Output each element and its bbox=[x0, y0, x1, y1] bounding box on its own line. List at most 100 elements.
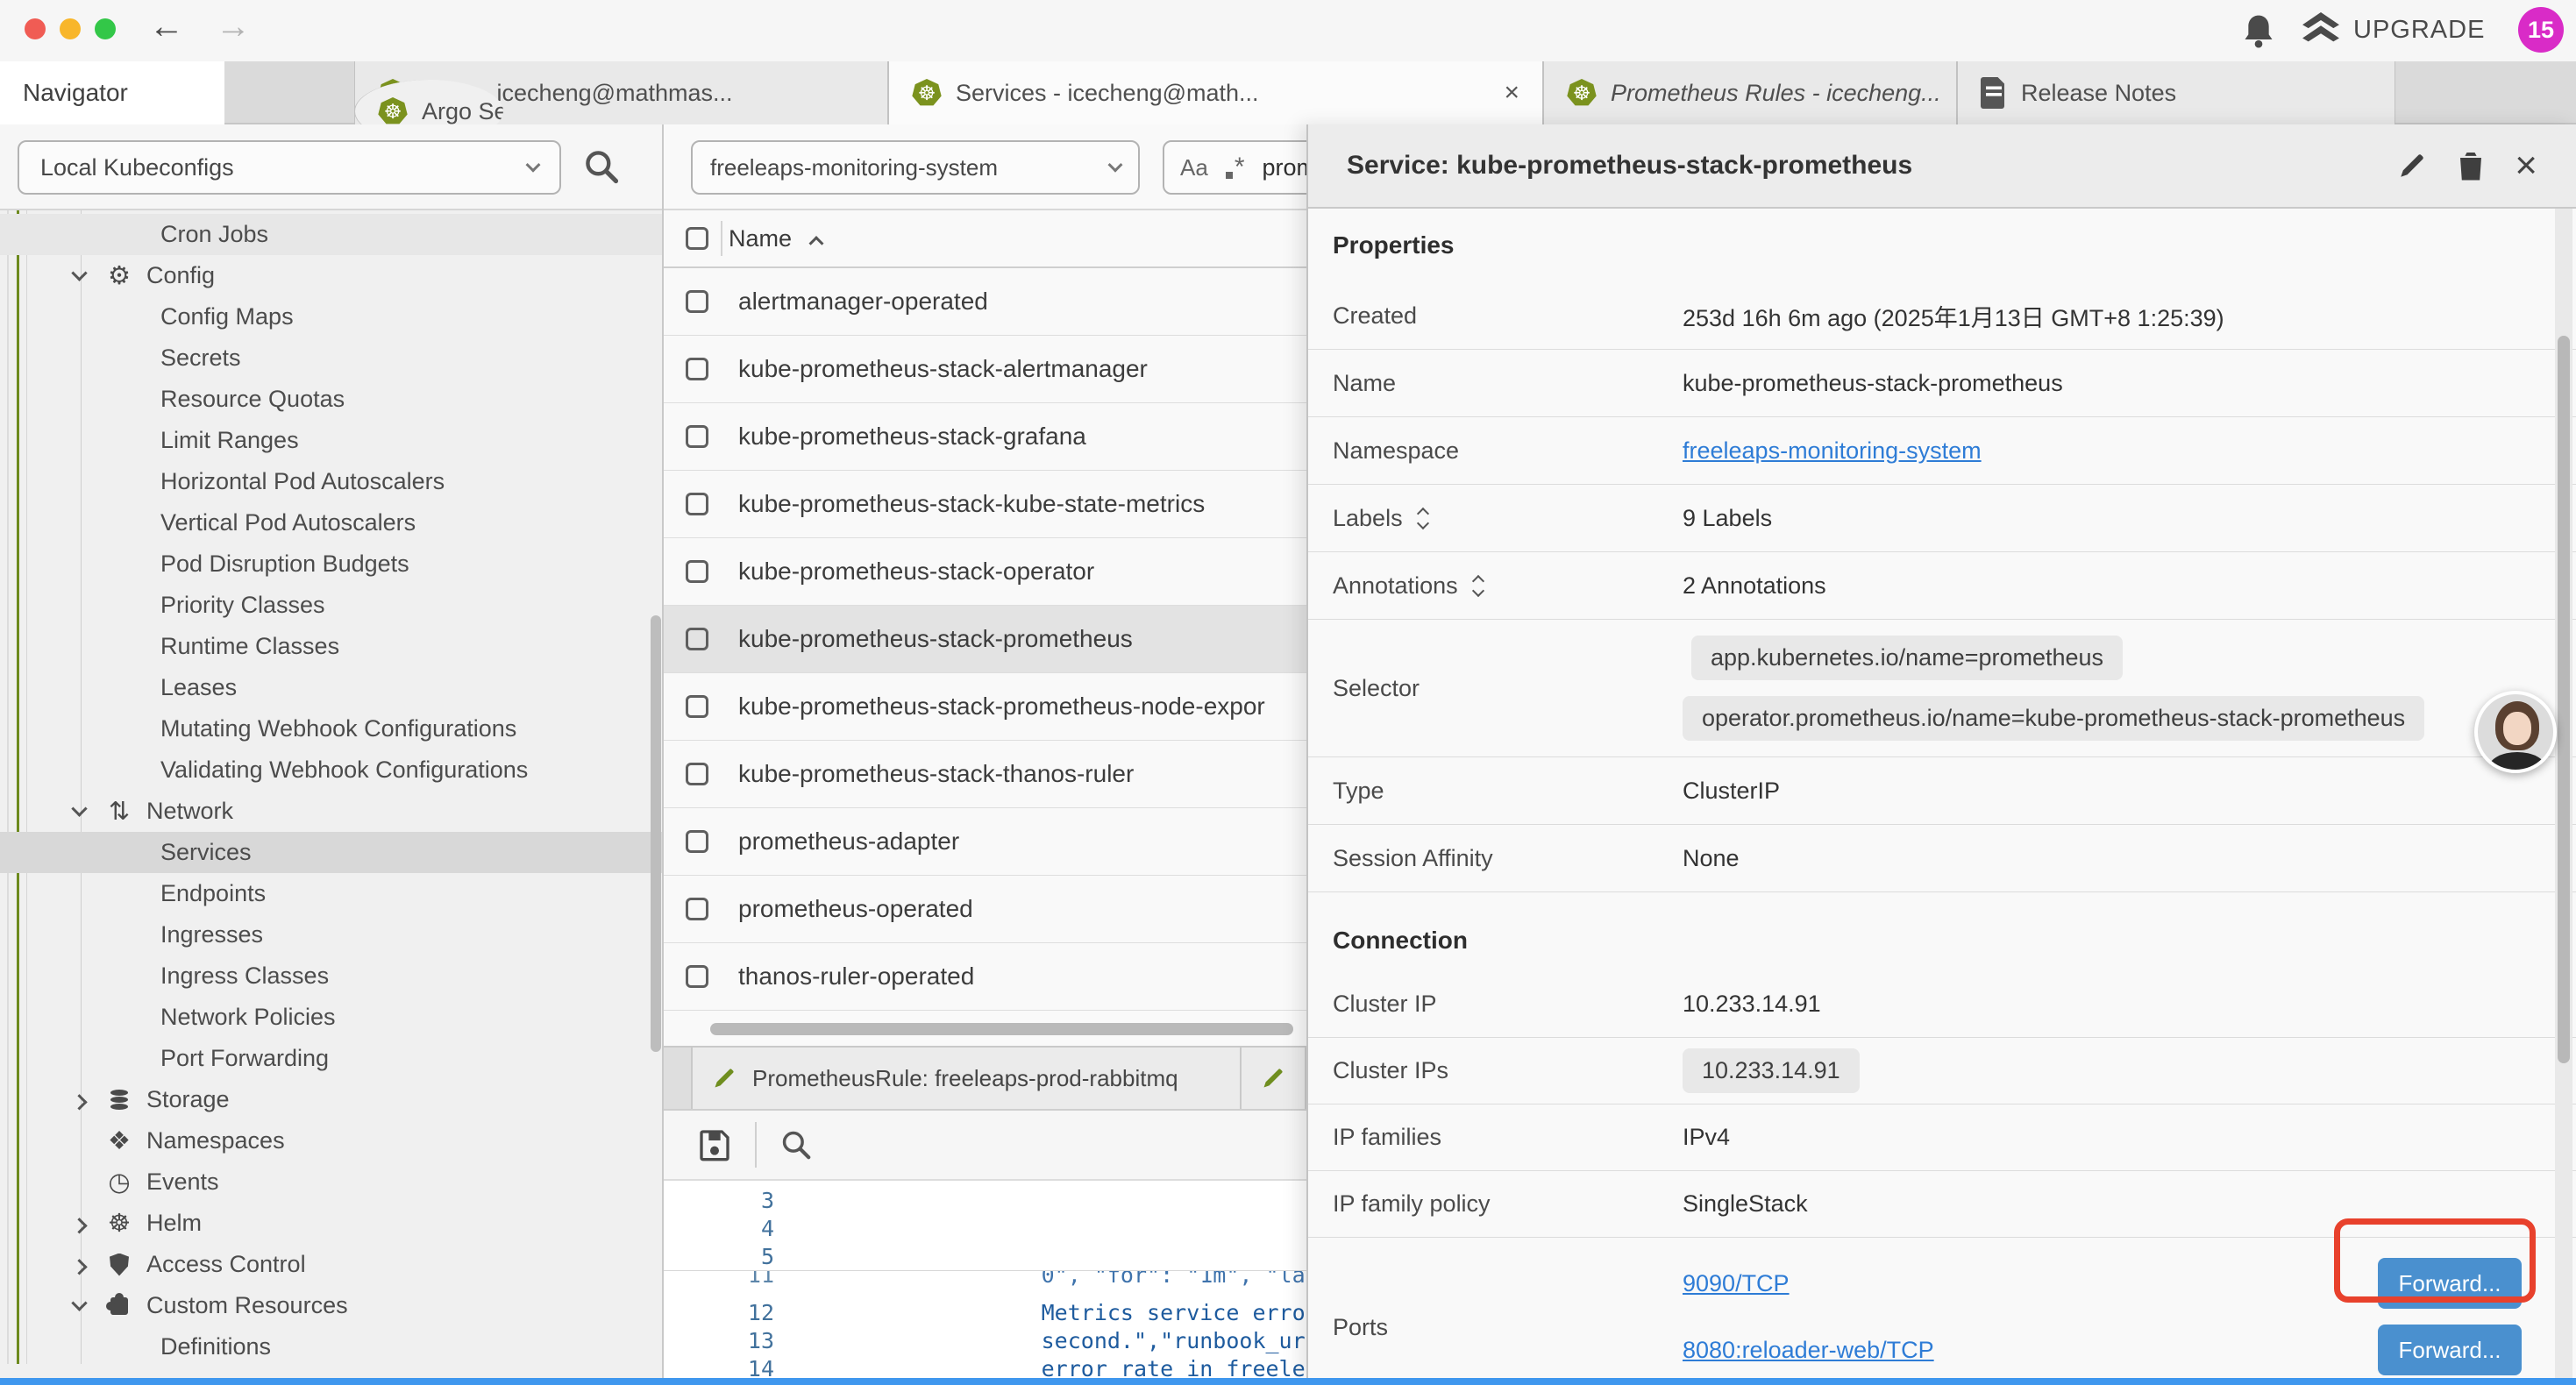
sidebar-item[interactable]: ⚙ ⇅ ❖ ◷ ☸ Ingresses bbox=[0, 914, 662, 955]
helm-icon: ☸ bbox=[103, 1208, 136, 1239]
upgrade-button[interactable]: UPGRADE bbox=[2301, 12, 2485, 47]
namespace-select[interactable]: freeleaps-monitoring-system bbox=[691, 140, 1140, 195]
port-link[interactable]: 9090/TCP bbox=[1683, 1270, 1790, 1297]
editor-line: 14 error rate in freeleaps metrics ser bbox=[664, 1354, 1306, 1378]
table-row[interactable]: kube-prometheus-stack-operator bbox=[664, 538, 1306, 606]
notifications-bell-icon[interactable] bbox=[2241, 12, 2276, 51]
name-column-header[interactable]: Name bbox=[729, 225, 792, 252]
sidebar-search-icon[interactable] bbox=[582, 147, 621, 186]
table-row[interactable]: kube-prometheus-stack-grafana bbox=[664, 403, 1306, 471]
sidebar-item[interactable]: ⚙ ⇅ ❖ ◷ ☸ Leases bbox=[0, 667, 662, 708]
sidebar-item[interactable]: ⚙ ⇅ ❖ ◷ ☸ Storage bbox=[0, 1079, 662, 1120]
back-button[interactable]: ← bbox=[149, 7, 184, 46]
sidebar-item[interactable]: ⚙ ⇅ ❖ ◷ ☸ Pod Disruption Budgets bbox=[0, 543, 662, 585]
sidebar-item[interactable]: ⚙ ⇅ ❖ ◷ ☸ Custom Resources bbox=[0, 1285, 662, 1326]
avatar[interactable] bbox=[2474, 691, 2557, 773]
row-checkbox[interactable] bbox=[686, 358, 708, 380]
close-tab-icon[interactable]: × bbox=[1504, 78, 1519, 108]
sidebar-item[interactable]: ⚙ ⇅ ❖ ◷ ☸ Cron Jobs bbox=[0, 214, 662, 255]
navigator-panel-tab[interactable]: Navigator bbox=[0, 61, 224, 124]
table-row[interactable]: kube-prometheus-stack-thanos-ruler bbox=[664, 741, 1306, 808]
sidebar-item[interactable]: ⚙ ⇅ ❖ ◷ ☸ Ingress Classes bbox=[0, 955, 662, 997]
sidebar-item[interactable]: ⚙ ⇅ ❖ ◷ ☸ Runtime Classes bbox=[0, 626, 662, 667]
sidebar-item[interactable]: ⚙ ⇅ ❖ ◷ ☸ Access Control bbox=[0, 1244, 662, 1285]
table-row[interactable]: kube-prometheus-stack-prometheus-node-ex… bbox=[664, 673, 1306, 741]
table-row[interactable]: kube-prometheus-stack-kube-state-metrics bbox=[664, 471, 1306, 538]
row-checkbox[interactable] bbox=[686, 830, 708, 853]
detail-scrollbar bbox=[2555, 209, 2572, 1378]
forward-button[interactable]: Forward... bbox=[2378, 1325, 2522, 1375]
save-icon[interactable] bbox=[697, 1127, 732, 1162]
notification-count-badge[interactable]: 15 bbox=[2518, 7, 2564, 53]
row-checkbox[interactable] bbox=[686, 763, 708, 785]
scrollbar-thumb[interactable] bbox=[2558, 336, 2570, 1063]
sidebar-item[interactable]: ⚙ ⇅ ❖ ◷ ☸ Horizontal Pod Autoscalers bbox=[0, 461, 662, 502]
sidebar-item[interactable]: ⚙ ⇅ ❖ ◷ ☸ Services bbox=[0, 832, 662, 873]
app-tab[interactable]: Release Notes bbox=[1957, 61, 2395, 124]
sidebar-item[interactable]: ⚙ ⇅ ❖ ◷ ☸ Namespaces bbox=[0, 1120, 662, 1161]
delete-trash-icon[interactable] bbox=[2457, 150, 2485, 181]
table-row[interactable]: prometheus-adapter bbox=[664, 808, 1306, 876]
forward-button[interactable]: → bbox=[216, 7, 251, 46]
close-window-button[interactable] bbox=[25, 18, 46, 39]
edit-pencil-icon[interactable] bbox=[2397, 151, 2427, 181]
sort-toggle-icon[interactable] bbox=[1419, 509, 1427, 528]
table-row[interactable]: prometheus-operated bbox=[664, 876, 1306, 943]
sidebar-scrollbar[interactable] bbox=[651, 615, 661, 1052]
maximize-window-button[interactable] bbox=[95, 18, 116, 39]
sidebar-item[interactable]: ⚙ ⇅ ❖ ◷ ☸ Mutating Webhook Configuration… bbox=[0, 708, 662, 749]
table-row[interactable]: kube-prometheus-stack-prometheus bbox=[664, 606, 1306, 673]
sidebar-item[interactable]: ⚙ ⇅ ❖ ◷ ☸ Helm bbox=[0, 1203, 662, 1244]
sidebar-item[interactable]: ⚙ ⇅ ❖ ◷ ☸ Resource Quotas bbox=[0, 379, 662, 420]
sidebar-item[interactable]: ⚙ ⇅ ❖ ◷ ☸ Config Maps bbox=[0, 296, 662, 337]
kubeconfig-select[interactable]: Local Kubeconfigs bbox=[18, 140, 561, 195]
port-link[interactable]: 8080:reloader-web/TCP bbox=[1683, 1337, 1934, 1364]
table-search-input[interactable]: Aa * prome bbox=[1163, 140, 1306, 195]
connection-row: IP families IPv4 bbox=[1308, 1104, 2576, 1171]
sort-toggle-icon[interactable] bbox=[1474, 577, 1483, 595]
edit-pencil-icon bbox=[1261, 1066, 1285, 1090]
sidebar-item[interactable]: ⚙ ⇅ ❖ ◷ ☸ Config bbox=[0, 255, 662, 296]
row-checkbox[interactable] bbox=[686, 425, 708, 448]
sidebar-item[interactable]: ⚙ ⇅ ❖ ◷ ☸ Vertical Pod Autoscalers bbox=[0, 502, 662, 543]
scrollbar-thumb[interactable] bbox=[710, 1023, 1293, 1035]
app-tab[interactable]: ☸ Prometheus Rules - icecheng... bbox=[1543, 61, 1957, 124]
sidebar-item[interactable]: ⚙ ⇅ ❖ ◷ ☸ Network bbox=[0, 791, 662, 832]
sidebar-item[interactable]: ⚙ ⇅ ❖ ◷ ☸ Priority Classes bbox=[0, 585, 662, 626]
sidebar-item[interactable]: ⚙ ⇅ ❖ ◷ ☸ Secrets bbox=[0, 337, 662, 379]
row-checkbox[interactable] bbox=[686, 628, 708, 650]
row-checkbox[interactable] bbox=[686, 493, 708, 515]
sidebar-item[interactable]: ⚙ ⇅ ❖ ◷ ☸ Validating Webhook Configurati… bbox=[0, 749, 662, 791]
match-case-toggle[interactable]: Aa bbox=[1180, 154, 1208, 181]
sidebar-item[interactable]: ⚙ ⇅ ❖ ◷ ☸ Network Policies bbox=[0, 997, 662, 1038]
sidebar-item[interactable]: ⚙ ⇅ ❖ ◷ ☸ Endpoints bbox=[0, 873, 662, 914]
close-panel-icon[interactable]: × bbox=[2515, 146, 2537, 185]
table-row[interactable]: alertmanager-operated bbox=[664, 268, 1306, 336]
table-row[interactable]: thanos-ruler-operated bbox=[664, 943, 1306, 1011]
kubernetes-icon: ☸ bbox=[378, 97, 408, 125]
sidebar-item[interactable]: ⚙ ⇅ ❖ ◷ ☸ Definitions bbox=[0, 1326, 662, 1367]
sidebar-item[interactable]: ⚙ ⇅ ❖ ◷ ☸ Events bbox=[0, 1161, 662, 1203]
regex-toggle[interactable]: * bbox=[1226, 153, 1245, 182]
events-clock-icon: ◷ bbox=[103, 1167, 136, 1197]
kubernetes-icon: ☸ bbox=[912, 79, 942, 107]
property-row: Annotations 2 Annotations bbox=[1308, 552, 2576, 620]
table-row[interactable]: kube-prometheus-stack-alertmanager bbox=[664, 336, 1306, 403]
editor-tab-partial[interactable] bbox=[1242, 1048, 1306, 1109]
row-checkbox[interactable] bbox=[686, 965, 708, 988]
sidebar-item[interactable]: ⚙ ⇅ ❖ ◷ ☸ Port Forwarding bbox=[0, 1038, 662, 1079]
row-checkbox[interactable] bbox=[686, 898, 708, 920]
app-tab[interactable]: ☸ Services - icecheng@math... × bbox=[888, 61, 1543, 124]
row-checkbox[interactable] bbox=[686, 695, 708, 718]
tab-bar: ☸ Pods - icecheng@mathmas... ☸ Services … bbox=[354, 61, 2395, 124]
row-checkbox[interactable] bbox=[686, 560, 708, 583]
sidebar-item[interactable]: ⚙ ⇅ ❖ ◷ ☸ Limit Ranges bbox=[0, 420, 662, 461]
namespace-link[interactable]: freeleaps-monitoring-system bbox=[1683, 437, 1982, 465]
editor-line: 11 0", "for": "1m", "labels": {"service"… bbox=[664, 1270, 1306, 1298]
editor-tab[interactable]: PrometheusRule: freeleaps-prod-rabbitmq bbox=[691, 1048, 1242, 1109]
select-all-checkbox[interactable] bbox=[686, 227, 708, 250]
editor-search-icon[interactable] bbox=[779, 1128, 813, 1161]
minimize-window-button[interactable] bbox=[60, 18, 81, 39]
yaml-editor[interactable]: 3 metadata: 4 annotations: 5 bbox=[664, 1181, 1306, 1378]
row-checkbox[interactable] bbox=[686, 290, 708, 313]
